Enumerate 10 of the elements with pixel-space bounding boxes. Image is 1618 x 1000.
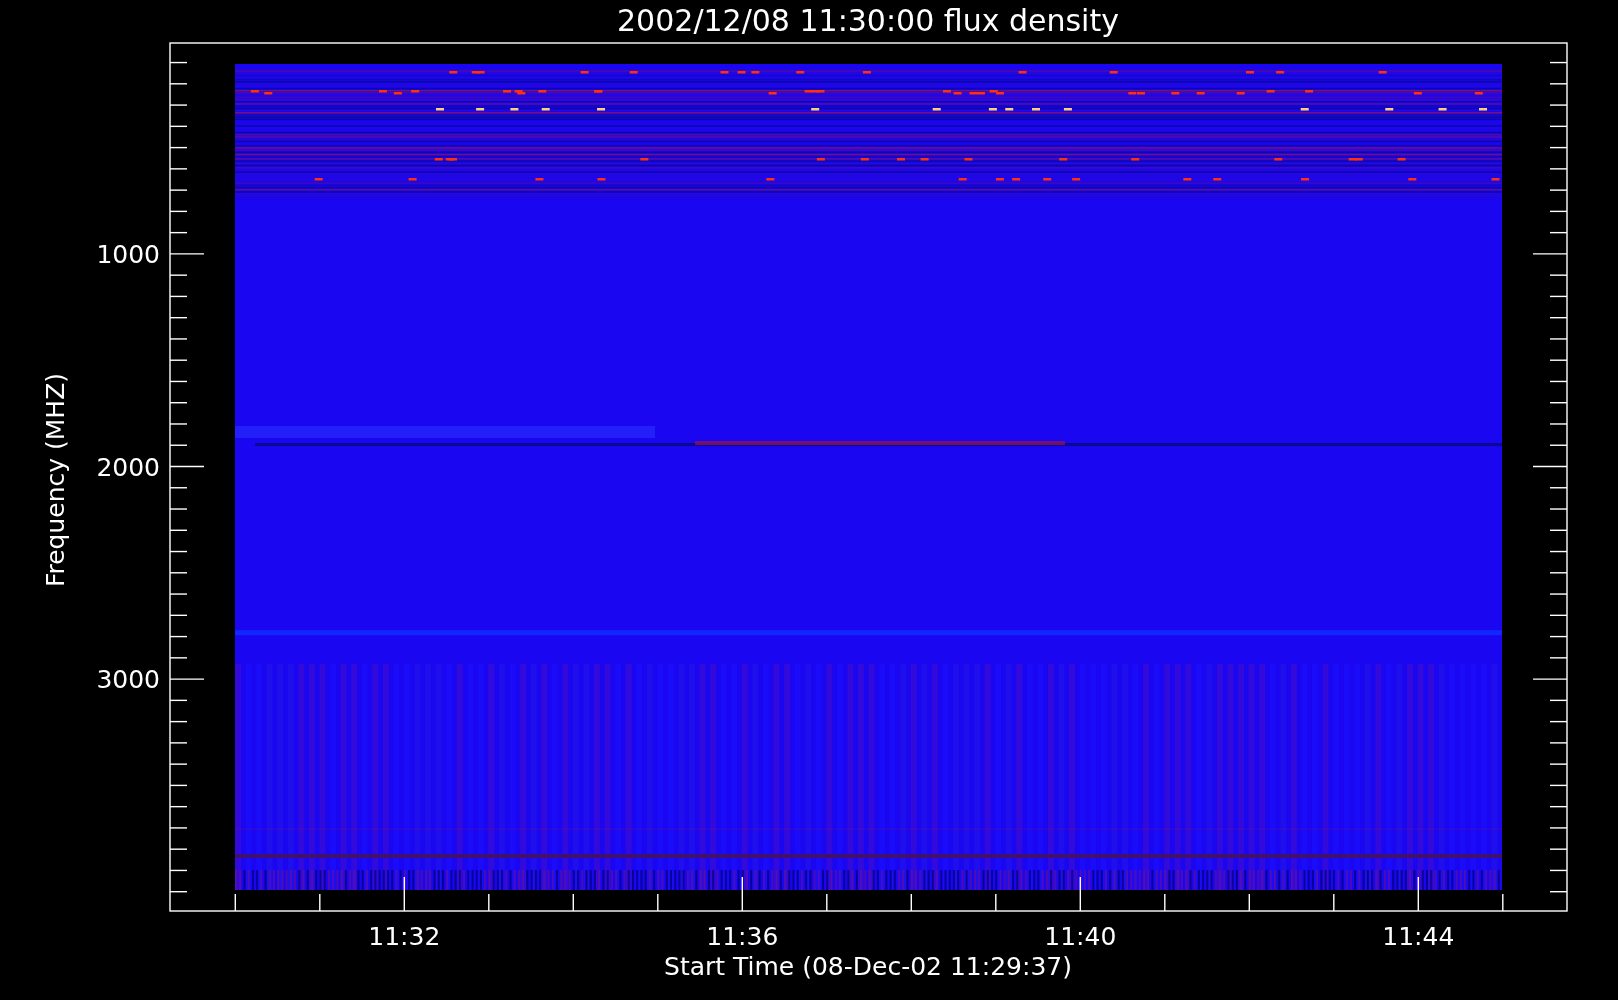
x-axis-label: Start Time (08-Dec-02 11:29:37)	[664, 952, 1072, 981]
y-tick-label: 1000	[96, 239, 160, 269]
x-tick-label: 11:44	[1382, 922, 1455, 951]
x-tick-label: 11:40	[1044, 922, 1117, 951]
y-tick-label: 3000	[96, 665, 160, 695]
y-tick-label: 2000	[96, 452, 160, 482]
y-axis-label: Frequency (MHZ)	[41, 372, 70, 588]
x-tick-label: 11:32	[368, 922, 441, 951]
plot-title: 2002/12/08 11:30:00 flux density	[617, 3, 1119, 38]
x-tick-label: 11:36	[706, 922, 779, 951]
